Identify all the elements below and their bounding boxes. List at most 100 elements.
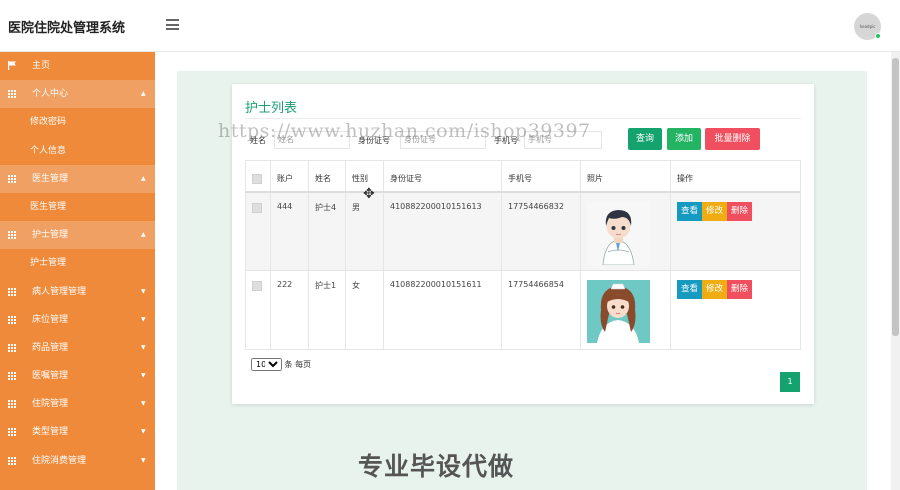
sidebar-group-orders[interactable]: 医嘱管理 ▼ xyxy=(0,362,155,391)
nurse-table: 账户 姓名 性别 身份证号 手机号 照片 操作 444 护士4 男 410882… xyxy=(245,160,801,350)
sidebar-group-hospitalization[interactable]: 住院管理 ▼ xyxy=(0,390,155,419)
phone-cell: 17754466854 xyxy=(501,270,581,350)
sidebar: 主页 个人中心 ▲ 修改密码 个人信息 医生管理 ▲ 医生管理 护士管理 ▲ 护… xyxy=(0,52,155,490)
chevron-down-icon: ▼ xyxy=(141,456,146,464)
title-divider xyxy=(245,118,801,119)
sidebar-item-label: 护士管理 xyxy=(30,258,67,269)
column-header: 姓名 xyxy=(308,160,346,193)
table-row: 222 护士1 女 410882200010151611 17754466854 xyxy=(245,270,801,350)
gender-cell: 男 xyxy=(345,191,384,271)
column-header: 照片 xyxy=(580,160,671,193)
chevron-down-icon: ▼ xyxy=(141,343,146,351)
grid-icon xyxy=(8,456,17,465)
sidebar-group-bed[interactable]: 床位管理 ▼ xyxy=(0,305,155,334)
grid-icon xyxy=(8,428,17,437)
name-cell: 护士1 xyxy=(308,270,346,350)
grid-icon xyxy=(8,287,17,296)
sidebar-group-personal-center[interactable]: 个人中心 ▲ xyxy=(0,80,155,109)
row-select-cell[interactable] xyxy=(245,270,271,350)
grid-icon xyxy=(8,231,17,240)
sidebar-item-label: 住院消费管理 xyxy=(32,455,87,466)
sidebar-item-label: 医嘱管理 xyxy=(32,371,69,382)
select-all-checkbox[interactable] xyxy=(252,174,262,184)
sidebar-group-patient[interactable]: 病人管理管理 ▼ xyxy=(0,277,155,306)
row-checkbox[interactable] xyxy=(252,281,262,291)
photo-cell xyxy=(580,270,671,350)
gender-cell: 女 xyxy=(345,270,384,350)
sidebar-item-label: 类型管理 xyxy=(32,427,69,438)
sidebar-item-label: 药品管理 xyxy=(32,342,69,353)
id-card-cell: 410882200010151611 xyxy=(383,270,502,350)
table-row: 444 护士4 男 410882200010151613 17754466832 xyxy=(245,191,801,271)
sidebar-group-type[interactable]: 类型管理 ▼ xyxy=(0,418,155,447)
page-button-current[interactable]: 1 xyxy=(780,372,800,392)
grid-icon xyxy=(8,372,17,381)
chevron-down-icon: ▼ xyxy=(141,372,146,380)
female-nurse-photo xyxy=(587,280,650,343)
grid-icon xyxy=(8,400,17,409)
view-button[interactable]: 查看 xyxy=(677,201,703,221)
grid-icon xyxy=(8,315,17,324)
page-size-select[interactable]: 10 xyxy=(251,358,282,371)
move-cursor-icon: ✥ xyxy=(363,186,375,202)
sidebar-group-medicine[interactable]: 药品管理 ▼ xyxy=(0,333,155,363)
menu-toggle-icon[interactable] xyxy=(166,19,179,30)
online-status-dot xyxy=(875,33,881,39)
grid-icon xyxy=(8,90,17,99)
grid-icon xyxy=(8,174,17,183)
table-header-row: 账户 姓名 性别 身份证号 手机号 照片 操作 xyxy=(245,160,801,193)
delete-button[interactable]: 删除 xyxy=(727,280,753,299)
row-select-cell[interactable] xyxy=(245,191,271,271)
column-header: 账户 xyxy=(270,160,309,193)
column-header: 手机号 xyxy=(501,160,581,193)
sidebar-item-label: 个人中心 xyxy=(32,89,69,100)
app-title: 医院住院处管理系统 xyxy=(8,21,126,36)
promo-watermark: 专业毕设代做 xyxy=(358,452,515,481)
column-header: 操作 xyxy=(670,160,801,193)
page-size-control: 10 条 每页 xyxy=(251,358,311,371)
photo-cell xyxy=(580,191,671,271)
account-cell: 444 xyxy=(270,191,309,271)
chevron-down-icon: ▼ xyxy=(141,400,146,408)
top-header: 医院住院处管理系统 headpic xyxy=(0,0,900,52)
account-cell: 222 xyxy=(270,270,309,350)
chevron-up-icon: ▲ xyxy=(141,90,146,98)
chevron-down-icon: ▼ xyxy=(141,287,146,295)
sidebar-item-label: 主页 xyxy=(32,61,51,71)
sidebar-item-label: 病人管理管理 xyxy=(32,286,87,297)
select-all-header[interactable] xyxy=(245,160,271,193)
view-button[interactable]: 查看 xyxy=(677,280,703,299)
sidebar-group-consumption[interactable]: 住院消费管理 ▼ xyxy=(0,446,155,475)
sidebar-item-doctor-manage[interactable]: 医生管理 xyxy=(0,192,155,222)
watermark-url: https://www.huzhan.com/ishop39397 xyxy=(218,120,591,142)
sidebar-item-label: 修改密码 xyxy=(30,117,67,128)
name-cell: 护士4 xyxy=(308,191,346,271)
sidebar-item-nurse-manage[interactable]: 护士管理 xyxy=(0,249,155,278)
chevron-up-icon: ▲ xyxy=(141,231,146,239)
grid-icon xyxy=(8,343,17,352)
sidebar-group-nurse[interactable]: 护士管理 ▲ xyxy=(0,221,155,250)
batch-delete-button[interactable]: 批量删除 xyxy=(705,128,760,150)
sidebar-item-home[interactable]: 主页 xyxy=(0,52,155,81)
row-checkbox[interactable] xyxy=(252,202,262,213)
per-page-label: 条 每页 xyxy=(284,360,312,369)
column-header: 身份证号 xyxy=(383,160,502,193)
actions-cell: 查看 修改 删除 xyxy=(670,191,801,271)
sidebar-item-label: 医生管理 xyxy=(32,173,69,184)
sidebar-group-doctor[interactable]: 医生管理 ▲ xyxy=(0,164,155,193)
scrollbar-thumb[interactable] xyxy=(892,58,899,336)
chevron-down-icon: ▼ xyxy=(141,315,146,323)
sidebar-item-personal-info[interactable]: 个人信息 xyxy=(0,136,155,165)
male-nurse-photo xyxy=(587,201,650,265)
edit-button[interactable]: 修改 xyxy=(702,280,728,299)
sidebar-item-label: 个人信息 xyxy=(30,145,67,156)
sidebar-item-change-password[interactable]: 修改密码 xyxy=(0,108,155,137)
phone-cell: 17754466832 xyxy=(501,191,581,271)
delete-button[interactable]: 删除 xyxy=(727,201,753,221)
chevron-down-icon: ▼ xyxy=(141,428,146,436)
flag-icon xyxy=(8,61,16,70)
chevron-up-icon: ▲ xyxy=(141,174,146,182)
sidebar-item-label: 护士管理 xyxy=(32,230,69,241)
page-title: 护士列表 xyxy=(245,101,298,116)
edit-button[interactable]: 修改 xyxy=(702,201,728,221)
